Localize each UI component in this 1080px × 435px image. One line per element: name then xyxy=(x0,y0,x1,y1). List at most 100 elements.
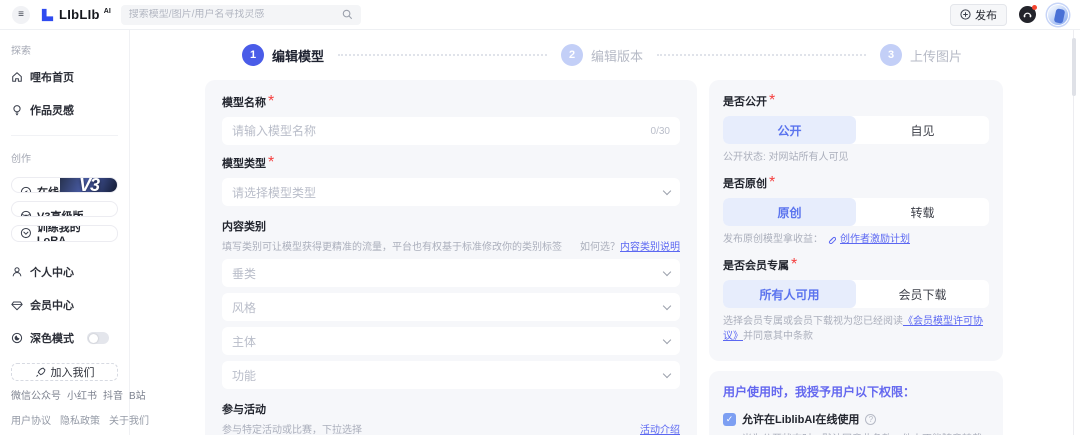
compass-icon xyxy=(20,186,32,193)
checkbox-checked[interactable] xyxy=(723,412,736,426)
sidebar-item-train-lora[interactable]: 训练我的LoRA xyxy=(11,224,118,242)
link-douyin[interactable]: 抖音 xyxy=(103,387,123,402)
sidebar-section-explore: 探索 xyxy=(11,46,31,57)
sidebar-item-label: V3高级版 xyxy=(37,208,83,216)
required-mark: * xyxy=(791,256,798,273)
sidebar-item-v3-advanced[interactable]: V3高级版 88 Version xyxy=(11,201,118,217)
stepper-connector xyxy=(657,54,866,56)
join-us-button[interactable]: 加入我们 xyxy=(11,363,118,381)
required-mark: * xyxy=(268,154,275,171)
creator-incentive-link[interactable]: 创作者激励计划 xyxy=(840,232,910,247)
rocket-icon xyxy=(35,367,45,377)
public-toggle: 公开 自见 xyxy=(723,116,989,144)
permissions-title: 用户使用时，我授予用户以下权限： xyxy=(723,385,916,399)
model-type-select[interactable]: 请选择模型类型 xyxy=(222,178,680,206)
public-option-public[interactable]: 公开 xyxy=(723,116,856,144)
stepper-connector xyxy=(338,54,547,56)
search-box[interactable] xyxy=(120,4,361,25)
model-form-card: 模型名称* 0/30 模型类型* 请选择模型类型 内容类别 xyxy=(205,80,697,435)
member-helper: 选择会员专属或会员下载视为您已经阅读《会员模型许可协议》并同意其中条款 xyxy=(723,314,989,344)
public-label: 是否公开 xyxy=(723,96,767,108)
publish-label: 发布 xyxy=(975,9,997,22)
step-upload-images[interactable]: 3 上传图片 xyxy=(880,44,962,66)
select-placeholder: 请选择模型类型 xyxy=(232,185,317,200)
help-icon[interactable] xyxy=(865,413,877,425)
sidebar: 探索 哩布首页 作品灵感 创作 在线生图 V3 训练我的LoRA 个人中心 会员… xyxy=(0,30,149,435)
required-mark: * xyxy=(769,174,776,191)
step-label: 上传图片 xyxy=(910,48,963,64)
original-option-original[interactable]: 原创 xyxy=(723,198,856,226)
category-select-style[interactable]: 风格 xyxy=(222,293,680,321)
step-edit-version[interactable]: 2 编辑版本 xyxy=(561,44,643,66)
step-number: 1 xyxy=(242,44,264,66)
select-placeholder: 风格 xyxy=(232,300,257,315)
step-edit-model[interactable]: 1 编辑模型 xyxy=(242,44,324,66)
member-helper-suffix: 并同意其中条款 xyxy=(743,331,813,342)
link-wechat[interactable]: 微信公众号 xyxy=(11,387,61,402)
link-terms[interactable]: 用户协议 xyxy=(11,412,51,427)
step-label: 编辑模型 xyxy=(272,48,325,64)
link-xiaohongshu[interactable]: 小红书 xyxy=(67,387,97,402)
original-toggle: 原创 转载 xyxy=(723,198,989,226)
chevron-down-icon xyxy=(662,267,672,276)
sidebar-item-personal-center[interactable]: 个人中心 xyxy=(11,264,118,280)
permission-desc: 当为公开状态时，默认同意此条款，他人不能随意转载 xyxy=(742,430,989,435)
category-help-link[interactable]: 内容类别说明 xyxy=(620,242,680,253)
model-name-inputrow: 0/30 xyxy=(222,117,680,145)
member-toggle: 所有人可用 会员下载 xyxy=(723,280,989,308)
train-icon xyxy=(20,228,31,239)
wheel-icon xyxy=(20,210,32,216)
permission-item-online-use: 允许在LiblibAI在线使用 当为公开状态时，默认同意此条款，他人不能随意转载 xyxy=(723,411,989,435)
sidebar-item-label: 个人中心 xyxy=(30,267,74,279)
logo-sup: AI xyxy=(103,7,111,15)
original-helper: 发布原创模型拿收益： 创作者激励计划 xyxy=(723,232,989,247)
original-helper-prefix: 发布原创模型拿收益： xyxy=(723,234,823,245)
char-counter: 0/30 xyxy=(650,125,670,137)
scrollbar-thumb[interactable] xyxy=(1072,38,1076,96)
member-option-everyone[interactable]: 所有人可用 xyxy=(723,280,856,308)
lightbulb-icon xyxy=(13,105,21,116)
social-links: 微信公众号 小红书 抖音 B站 xyxy=(11,387,146,402)
sidebar-item-member-center[interactable]: 会员中心 xyxy=(11,297,118,313)
dark-mode-toggle[interactable] xyxy=(87,332,109,344)
topbar-actions: 发布 xyxy=(950,3,1068,26)
legal-links: 用户协议 隐私政策 关于我们 xyxy=(11,412,149,427)
logo-mark-icon xyxy=(41,8,54,21)
link-privacy[interactable]: 隐私政策 xyxy=(60,412,100,427)
member-option-member-download[interactable]: 会员下载 xyxy=(856,280,989,308)
notification-icon xyxy=(1023,12,1032,18)
chevron-down-icon xyxy=(662,335,672,344)
activity-intro-link[interactable]: 活动介绍 xyxy=(640,421,680,435)
notification-button[interactable] xyxy=(1019,5,1037,23)
category-select-function[interactable]: 功能 xyxy=(222,361,680,389)
category-select-subject[interactable]: 主体 xyxy=(222,327,680,355)
original-option-repost[interactable]: 转载 xyxy=(856,198,989,226)
logo[interactable]: LIbLIb AI xyxy=(40,7,111,23)
sidebar-item-home[interactable]: 哩布首页 xyxy=(11,69,118,85)
sidebar-item-online-generation[interactable]: 在线生图 Web UI V3 xyxy=(11,177,118,194)
required-mark: * xyxy=(769,92,776,109)
moon-icon xyxy=(11,332,23,344)
publish-button[interactable]: 发布 xyxy=(950,3,1007,26)
plus-circle-icon xyxy=(960,9,971,20)
hamburger-icon: ≡ xyxy=(18,9,24,20)
public-option-private[interactable]: 自见 xyxy=(856,116,989,144)
sidebar-divider xyxy=(11,135,118,136)
category-select-vertical[interactable]: 垂类 xyxy=(222,259,680,287)
sidebar-item-inspiration[interactable]: 作品灵感 xyxy=(11,102,118,118)
sidebar-item-label: 哩布首页 xyxy=(30,72,74,84)
diamond-icon xyxy=(11,301,23,311)
select-placeholder: 垂类 xyxy=(232,266,257,281)
model-type-label: 模型类型 xyxy=(222,158,266,170)
link-icon xyxy=(828,236,836,244)
model-name-input[interactable] xyxy=(232,124,651,138)
search-icon xyxy=(342,9,352,20)
search-input[interactable] xyxy=(128,9,336,20)
avatar[interactable] xyxy=(1048,4,1068,25)
sidebar-item-label: 作品灵感 xyxy=(30,105,74,117)
stepper: 1 编辑模型 2 编辑版本 3 上传图片 xyxy=(242,44,962,66)
menu-button[interactable]: ≡ xyxy=(12,5,30,24)
model-name-label: 模型名称 xyxy=(222,97,266,109)
member-helper-prefix: 选择会员专属或会员下载视为您已经阅读 xyxy=(723,316,903,327)
select-placeholder: 功能 xyxy=(232,368,257,383)
